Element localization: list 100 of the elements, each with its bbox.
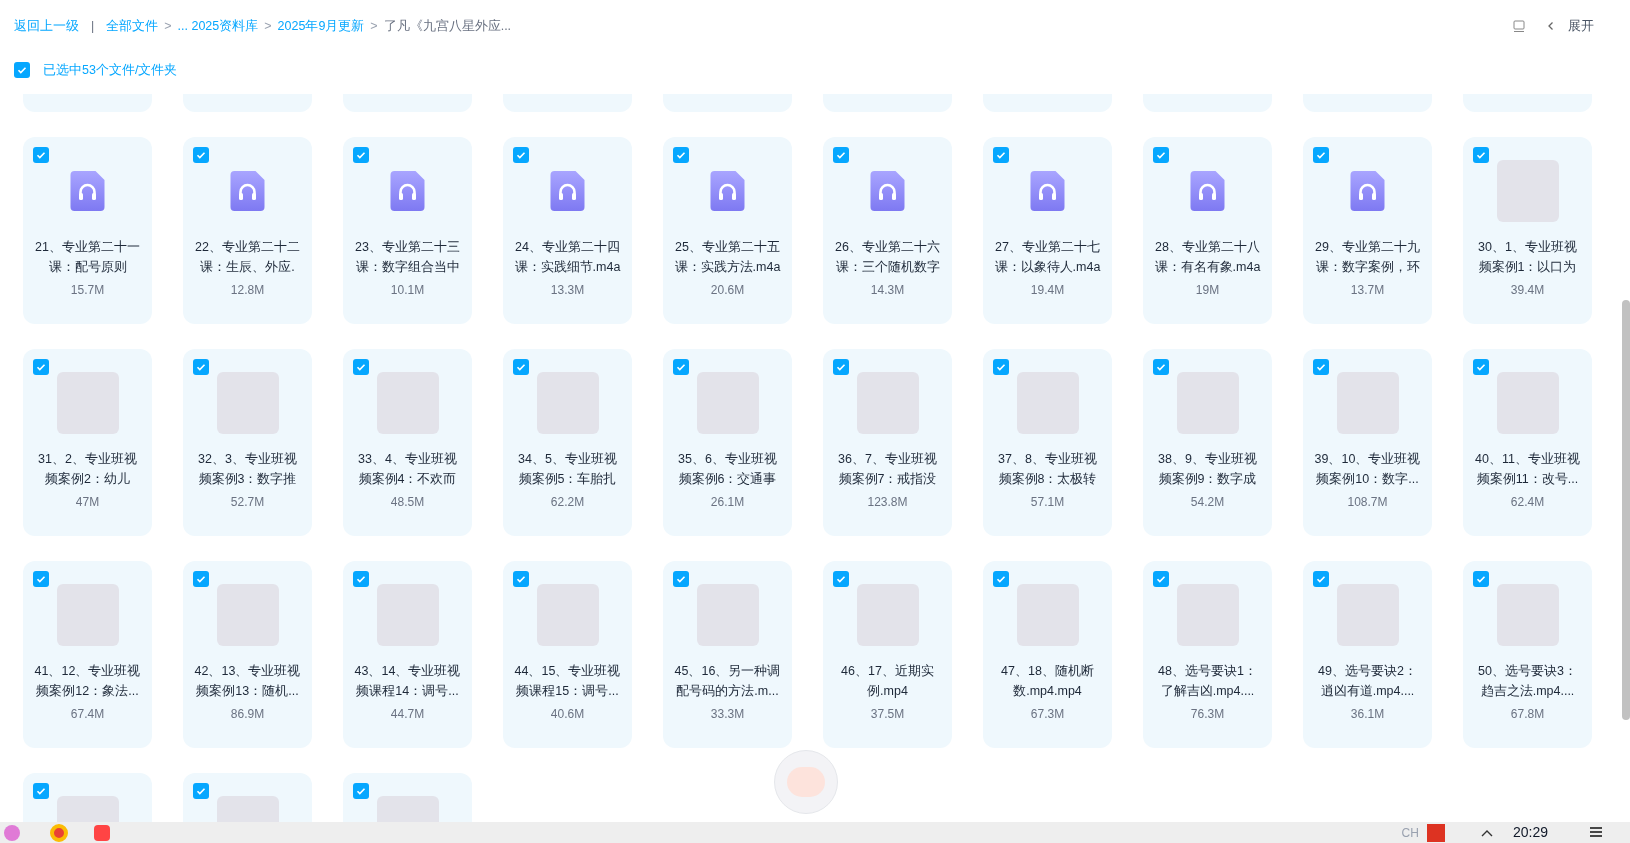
headphones-file-icon (870, 171, 905, 211)
file-size: 86.9M (230, 706, 265, 723)
file-card[interactable]: 44、15、专业班视频课程15：调号... 40.6M (503, 561, 632, 748)
file-card[interactable]: 35、6、专业班视频案例6：交通事 26.1M (663, 349, 792, 536)
file-card[interactable]: 34、5、专业班视频案例5：车胎扎 62.2M (503, 349, 632, 536)
clock[interactable]: 20:29 (1512, 822, 1548, 843)
file-card[interactable]: 30、1、专业班视频案例1：以口为 39.4M (1463, 137, 1592, 324)
breadcrumb-item[interactable]: 了凡《九宫八星外应... (383, 16, 512, 36)
app-icon[interactable] (94, 824, 110, 841)
file-name: 49、选号要诀2：逍凶有道.mp4.... (1317, 663, 1418, 700)
file-size: 47M (75, 494, 100, 511)
file-name: 33、4、专业班视频案例4：不欢而 (357, 451, 458, 488)
file-card[interactable]: 39、10、专业班视频案例10：数字... 108.7M (1303, 349, 1432, 536)
file-card[interactable]: 50、选号要诀3：趋吉之法.mp4.... 67.8M (1463, 561, 1592, 748)
checkbox[interactable] (1473, 359, 1489, 375)
checkbox[interactable] (673, 147, 689, 163)
checkbox[interactable] (33, 147, 49, 163)
headphones-file-icon (1350, 171, 1385, 211)
checkbox[interactable] (833, 147, 849, 163)
file-card[interactable]: 48、选号要诀1：了解吉凶.mp4.... 76.3M (1143, 561, 1272, 748)
separator: | (91, 17, 95, 35)
file-name: 44、15、专业班视频课程15：调号... (513, 663, 622, 700)
file-size: 15.7M (70, 282, 105, 299)
app-icon[interactable] (4, 824, 20, 841)
file-card[interactable]: 40、11、专业班视频案例11：改号... 62.4M (1463, 349, 1592, 536)
checkbox[interactable] (1313, 571, 1329, 587)
expand-button[interactable]: 展开 (1568, 16, 1594, 36)
checkbox[interactable] (1153, 571, 1169, 587)
file-card[interactable]: 46、17、近期实例.mp4 37.5M (823, 561, 952, 748)
file-card[interactable]: 29、专业第二十九课：数字案例，环 13.7M (1303, 137, 1432, 324)
checkbox[interactable] (993, 571, 1009, 587)
headphones-file-icon (230, 171, 265, 211)
checkbox[interactable] (14, 62, 30, 78)
file-name: 47、18、随机断数.mp4.mp4 (1000, 663, 1095, 700)
checkbox[interactable] (33, 359, 49, 375)
file-name: 35、6、专业班视频案例6：交通事 (677, 451, 778, 488)
headphones-file-icon (550, 171, 585, 211)
checkbox[interactable] (513, 147, 529, 163)
checkbox[interactable] (193, 147, 209, 163)
file-name: 46、17、近期实例.mp4 (840, 663, 935, 700)
caret-up-icon[interactable] (1480, 828, 1493, 837)
file-card[interactable]: 45、16、另一种调配号码的方法.m... 33.3M (663, 561, 792, 748)
checkbox[interactable] (193, 359, 209, 375)
checkbox[interactable] (1473, 571, 1489, 587)
file-name: 24、专业第二十四课：实践细节.m4a (513, 239, 622, 276)
file-card[interactable]: 49、选号要诀2：逍凶有道.mp4.... 36.1M (1303, 561, 1432, 748)
file-size: 36.1M (1350, 706, 1385, 723)
file-name: 26、专业第二十六课：三个随机数字 (834, 239, 941, 276)
file-name: 48、选号要诀1：了解吉凶.mp4.... (1157, 663, 1258, 700)
checkbox[interactable] (33, 571, 49, 587)
file-card[interactable]: 42、13、专业班视频案例13：随机... 86.9M (183, 561, 312, 748)
file-card[interactable]: 25、专业第二十五课：实践方法.m4a 20.6M (663, 137, 792, 324)
file-card[interactable]: 21、专业第二十一课：配号原则 15.7M (23, 137, 152, 324)
headphones-file-icon (70, 171, 105, 211)
file-card[interactable]: 47、18、随机断数.mp4.mp4 67.3M (983, 561, 1112, 748)
file-card[interactable]: 43、14、专业班视频课程14：调号... 44.7M (343, 561, 472, 748)
file-size: 13.3M (550, 282, 585, 299)
file-card[interactable]: 27、专业第二十七课：以象待人.m4a 19.4M (983, 137, 1112, 324)
checkbox[interactable] (1313, 147, 1329, 163)
monitor-icon[interactable] (1512, 19, 1526, 33)
file-card[interactable]: 22、专业第二十二课：生辰、外应. 12.8M (183, 137, 312, 324)
checkbox[interactable] (993, 147, 1009, 163)
checkbox[interactable] (513, 359, 529, 375)
checkbox[interactable] (193, 571, 209, 587)
file-card[interactable]: 37、8、专业班视频案例8：太极转 57.1M (983, 349, 1112, 536)
file-size: 76.3M (1190, 706, 1225, 723)
checkbox[interactable] (673, 359, 689, 375)
file-card[interactable]: 26、专业第二十六课：三个随机数字 14.3M (823, 137, 952, 324)
checkbox[interactable] (353, 359, 369, 375)
checkbox[interactable] (193, 783, 209, 799)
checkbox[interactable] (1153, 359, 1169, 375)
file-size: 10.1M (390, 282, 425, 299)
app-icon[interactable] (1426, 823, 1445, 842)
file-size: 67.3M (1030, 706, 1065, 723)
checkbox[interactable] (1313, 359, 1329, 375)
file-card[interactable]: 41、12、专业班视频案例12：象法... 67.4M (23, 561, 152, 748)
checkbox[interactable] (353, 147, 369, 163)
checkbox[interactable] (353, 783, 369, 799)
file-card[interactable]: 28、专业第二十八课：有名有象.m4a 19M (1143, 137, 1272, 324)
browser-icon[interactable] (50, 823, 68, 842)
checkbox[interactable] (1473, 147, 1489, 163)
checkbox[interactable] (673, 571, 689, 587)
chevron-left-icon[interactable] (1546, 21, 1556, 31)
file-name: 50、选号要诀3：趋吉之法.mp4.... (1477, 663, 1578, 700)
scrollbar[interactable] (1622, 300, 1630, 720)
file-card[interactable]: 24、专业第二十四课：实践细节.m4a 13.3M (503, 137, 632, 324)
file-card[interactable]: 32、3、专业班视频案例3：数字推 52.7M (183, 349, 312, 536)
file-card[interactable]: 33、4、专业班视频案例4：不欢而 48.5M (343, 349, 472, 536)
checkbox[interactable] (513, 571, 529, 587)
checkbox[interactable] (833, 571, 849, 587)
checkbox[interactable] (993, 359, 1009, 375)
checkbox[interactable] (353, 571, 369, 587)
file-card[interactable]: 23、专业第二十三课：数字组合当中 10.1M (343, 137, 472, 324)
file-card[interactable]: 31、2、专业班视频案例2：幼儿 47M (23, 349, 152, 536)
checkbox[interactable] (833, 359, 849, 375)
file-card[interactable]: 38、9、专业班视频案例9：数字成 54.2M (1143, 349, 1272, 536)
checkbox[interactable] (1153, 147, 1169, 163)
checkbox[interactable] (33, 783, 49, 799)
file-name: 37、8、专业班视频案例8：太极转 (997, 451, 1098, 488)
file-card[interactable]: 36、7、专业班视频案例7：戒指没 123.8M (823, 349, 952, 536)
